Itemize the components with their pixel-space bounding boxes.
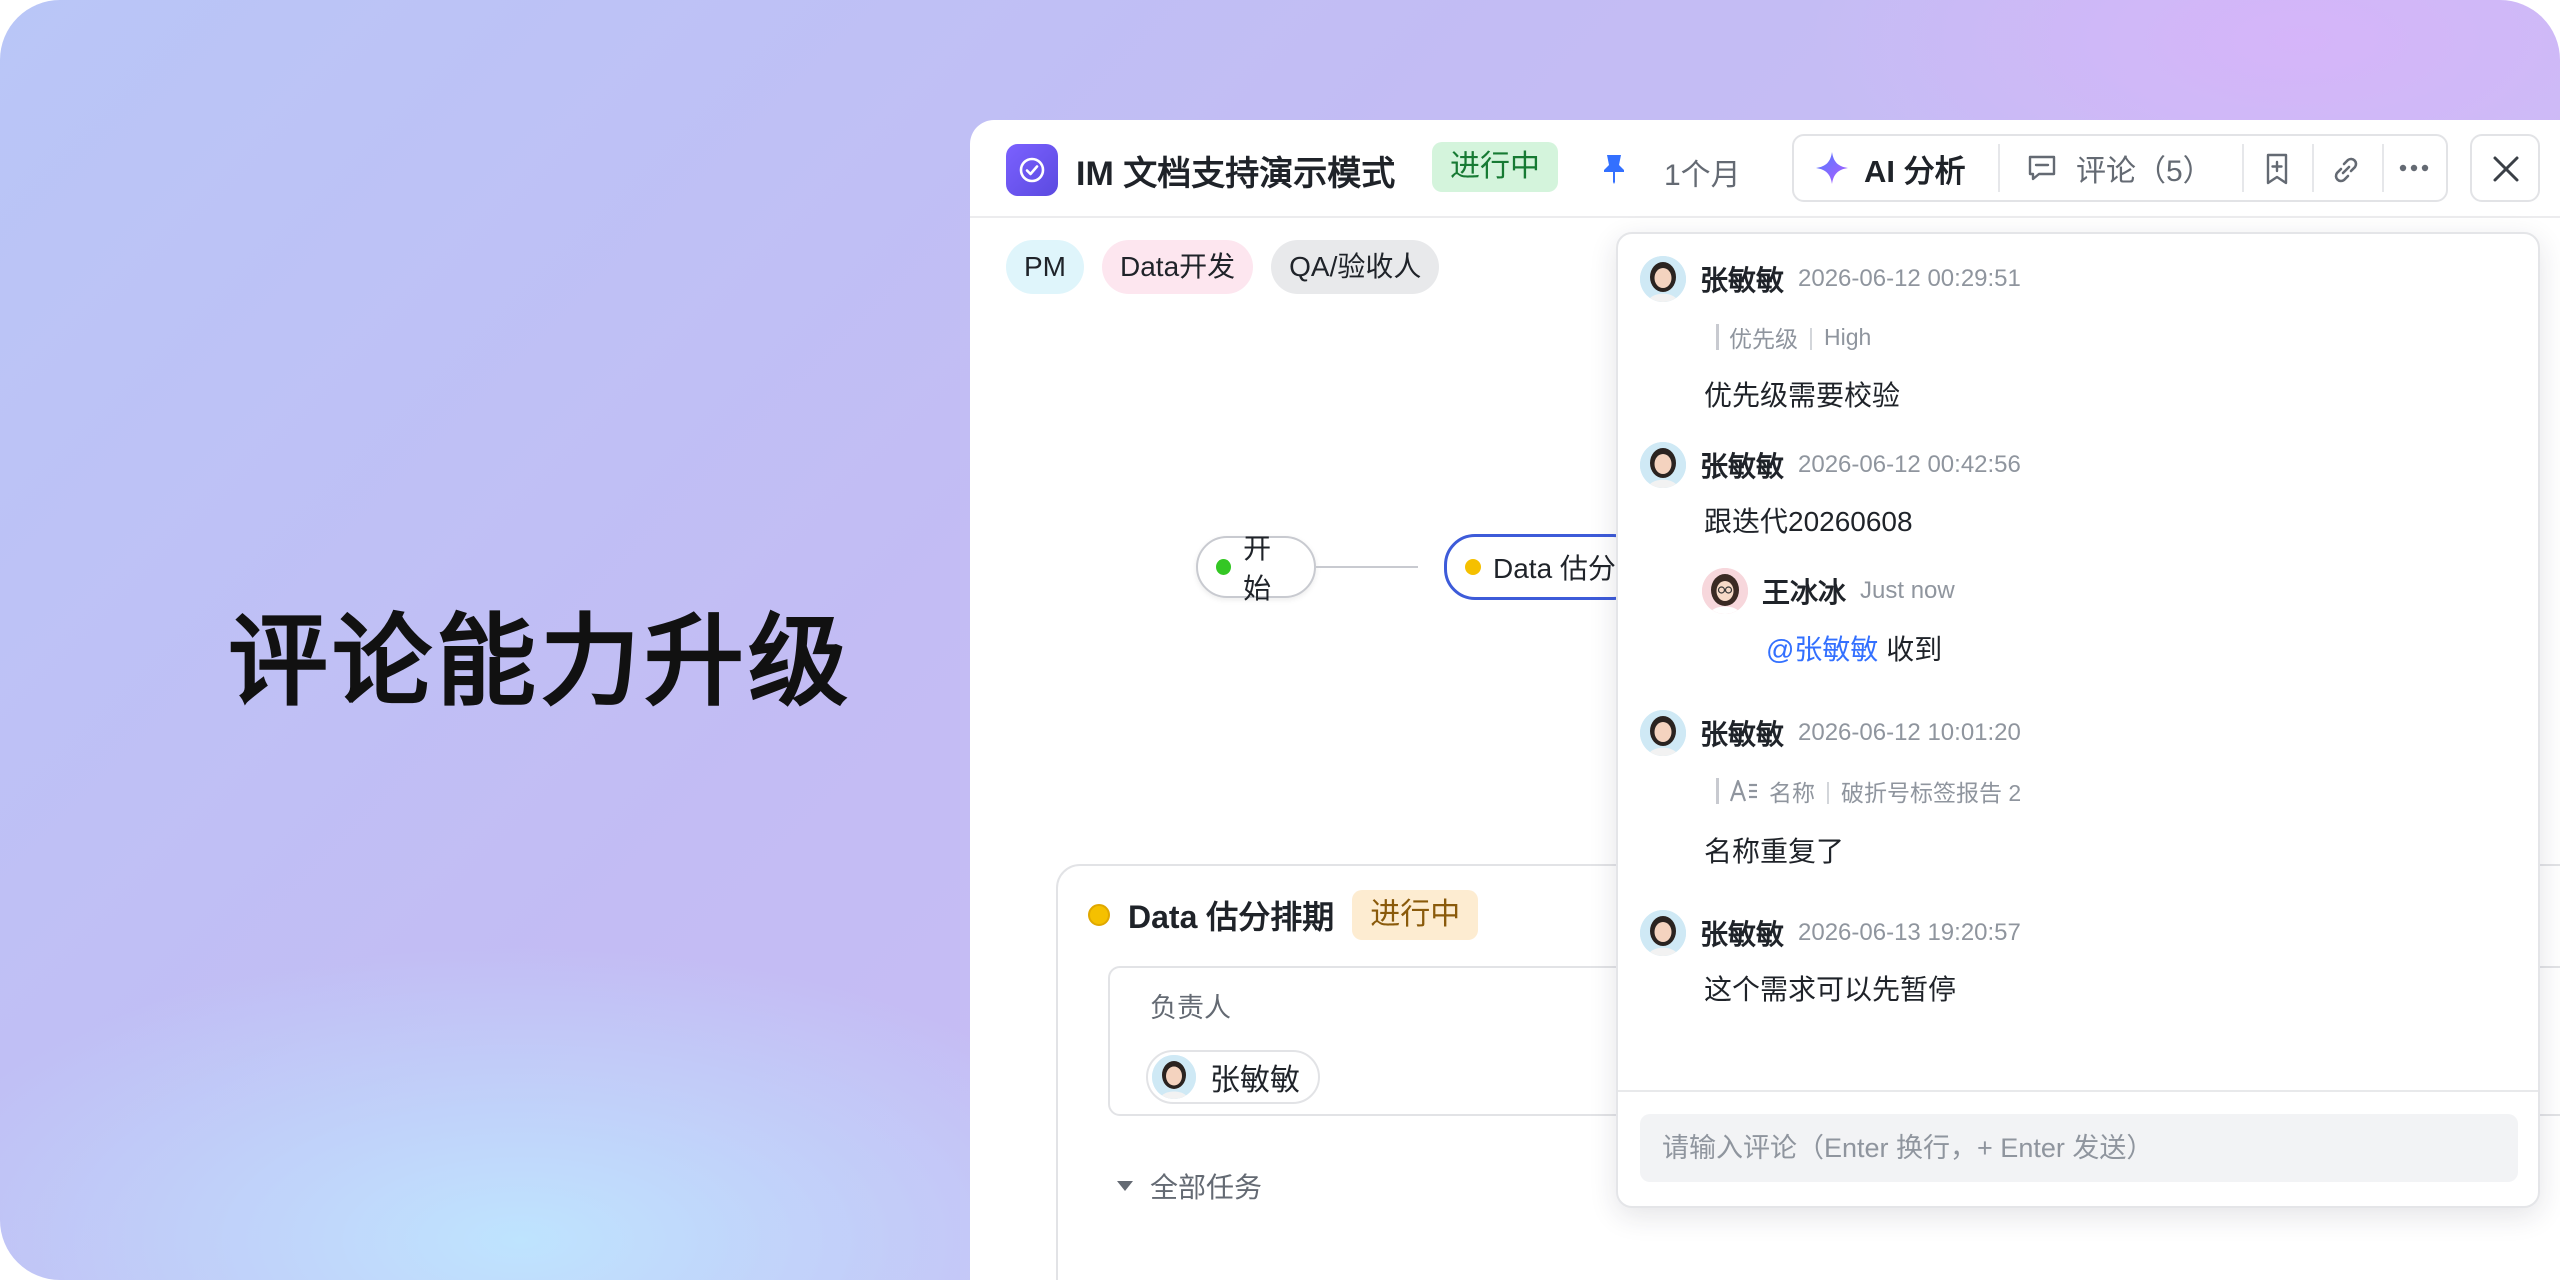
- reply-body: @张敏敏 收到: [1766, 628, 1942, 668]
- comment-panel: 张敏敏 2026-06-12 00:29:51 优先级 | High 优先级需要…: [1616, 232, 2540, 1208]
- toolbar: AI 分析 评论（5）: [1792, 134, 2448, 202]
- quote-field: 名称: [1769, 780, 1815, 806]
- flow-node-start[interactable]: 开始: [1196, 533, 1316, 604]
- comment-time: 2026-06-12 10:01:20: [1798, 719, 2021, 746]
- tag-pm[interactable]: PM: [1006, 240, 1084, 294]
- flow-node-label: 开始: [1243, 533, 1272, 604]
- check-circle-icon: [1019, 157, 1045, 183]
- task-header: Data 估分排期 进行中: [1088, 890, 1479, 940]
- text-field-icon: [1729, 779, 1757, 802]
- reply-header: 王冰冰 Just now: [1702, 568, 1955, 614]
- avatar: [1640, 710, 1686, 756]
- comment-body: 跟迭代20260608: [1704, 506, 1913, 537]
- comment-body: 优先级需要校验: [1704, 380, 1901, 411]
- flow-node-data-estimate[interactable]: Data 估分: [1444, 534, 1644, 600]
- comment-header: 张敏敏 2026-06-12 10:01:20: [1640, 710, 2021, 756]
- hero-title: 评论能力升级: [228, 606, 852, 718]
- comment-quote[interactable]: 名称 | 破折号标签报告 2: [1716, 774, 2021, 808]
- task-status-badge[interactable]: 进行中: [1352, 890, 1479, 940]
- caret-down-icon: [1117, 1181, 1133, 1191]
- role-tags: PM Data开发 QA/验收人: [1006, 240, 1440, 294]
- comment-author[interactable]: 张敏敏: [1700, 913, 1784, 953]
- mention-link[interactable]: @张敏敏: [1766, 634, 1878, 665]
- toolbar-divider: [2242, 144, 2244, 192]
- comment-author[interactable]: 张敏敏: [1700, 713, 1784, 753]
- owner-label: 负责人: [1150, 993, 1231, 1023]
- reply-text: 收到: [1878, 634, 1943, 665]
- toolbar-divider: [1998, 144, 2000, 192]
- comment-body: 这个需求可以先暂停: [1704, 974, 1957, 1005]
- pin-icon[interactable]: [1596, 150, 1632, 191]
- comment-count-label: 评论（5）: [2076, 155, 2213, 188]
- status-dot: [1465, 559, 1481, 575]
- tag-data-dev[interactable]: Data开发: [1102, 240, 1254, 294]
- owner-name: 张敏敏: [1210, 1064, 1300, 1097]
- link-icon[interactable]: [2328, 152, 2364, 193]
- task-title: Data 估分排期: [1128, 899, 1335, 935]
- comment-body: 名称重复了: [1704, 836, 1845, 867]
- quote-value: 破折号标签报告 2: [1840, 780, 2022, 806]
- status-dot: [1216, 559, 1232, 575]
- avatar: [1152, 1055, 1196, 1099]
- comment-header: 张敏敏 2026-06-12 00:42:56: [1640, 442, 2021, 488]
- owner-chip[interactable]: 张敏敏: [1146, 1050, 1320, 1104]
- sparkle-icon: [1816, 152, 1848, 184]
- comment-input[interactable]: [1640, 1114, 2518, 1182]
- toolbar-divider: [2382, 144, 2384, 192]
- comment-header: 张敏敏 2026-06-13 19:20:57: [1640, 910, 2021, 956]
- duration-label: 1个月: [1664, 159, 1741, 192]
- comment-time: 2026-06-12 00:29:51: [1798, 265, 2021, 292]
- flow-connector: [1316, 566, 1418, 568]
- tag-qa[interactable]: QA/验收人: [1271, 240, 1440, 294]
- bookmark-add-icon[interactable]: [2260, 152, 2294, 191]
- comment-icon: [2028, 155, 2056, 181]
- app-icon: [1006, 144, 1058, 196]
- avatar: [1640, 442, 1686, 488]
- panel-divider: [1618, 1090, 2538, 1092]
- close-button[interactable]: [2470, 134, 2540, 202]
- all-tasks-label: 全部任务: [1150, 1172, 1263, 1203]
- comment-author[interactable]: 张敏敏: [1700, 259, 1784, 299]
- ai-analysis-button[interactable]: AI 分析: [1814, 136, 1966, 200]
- comment-author[interactable]: 张敏敏: [1700, 445, 1784, 485]
- close-icon: [2493, 156, 2519, 182]
- comment-header: 张敏敏 2026-06-12 00:29:51: [1640, 256, 2021, 302]
- comment-time: 2026-06-13 19:20:57: [1798, 919, 2021, 946]
- comment-button[interactable]: 评论（5）: [2026, 136, 2213, 200]
- reply-time: Just now: [1860, 577, 1955, 604]
- avatar: [1640, 256, 1686, 302]
- avatar: [1640, 910, 1686, 956]
- document-title: IM 文档支持演示模式: [1076, 155, 1396, 193]
- comment-time: 2026-06-12 00:42:56: [1798, 451, 2021, 478]
- status-badge[interactable]: 进行中: [1432, 142, 1558, 192]
- flow-node-label: Data 估分: [1493, 553, 1616, 584]
- ai-analysis-label: AI 分析: [1864, 153, 1966, 189]
- reply-author[interactable]: 王冰冰: [1762, 571, 1846, 611]
- status-dot: [1088, 904, 1110, 926]
- avatar: [1702, 568, 1748, 614]
- title-bar: IM 文档支持演示模式 进行中 1个月 AI 分析 评论（5）: [970, 120, 2560, 218]
- comment-quote[interactable]: 优先级 | High: [1716, 320, 1871, 354]
- quote-value: High: [1823, 323, 1872, 350]
- quote-field: 优先级: [1729, 326, 1798, 352]
- all-tasks-toggle[interactable]: 全部任务: [1116, 1166, 1262, 1206]
- more-icon[interactable]: [2398, 158, 2430, 183]
- toolbar-divider: [2312, 144, 2314, 192]
